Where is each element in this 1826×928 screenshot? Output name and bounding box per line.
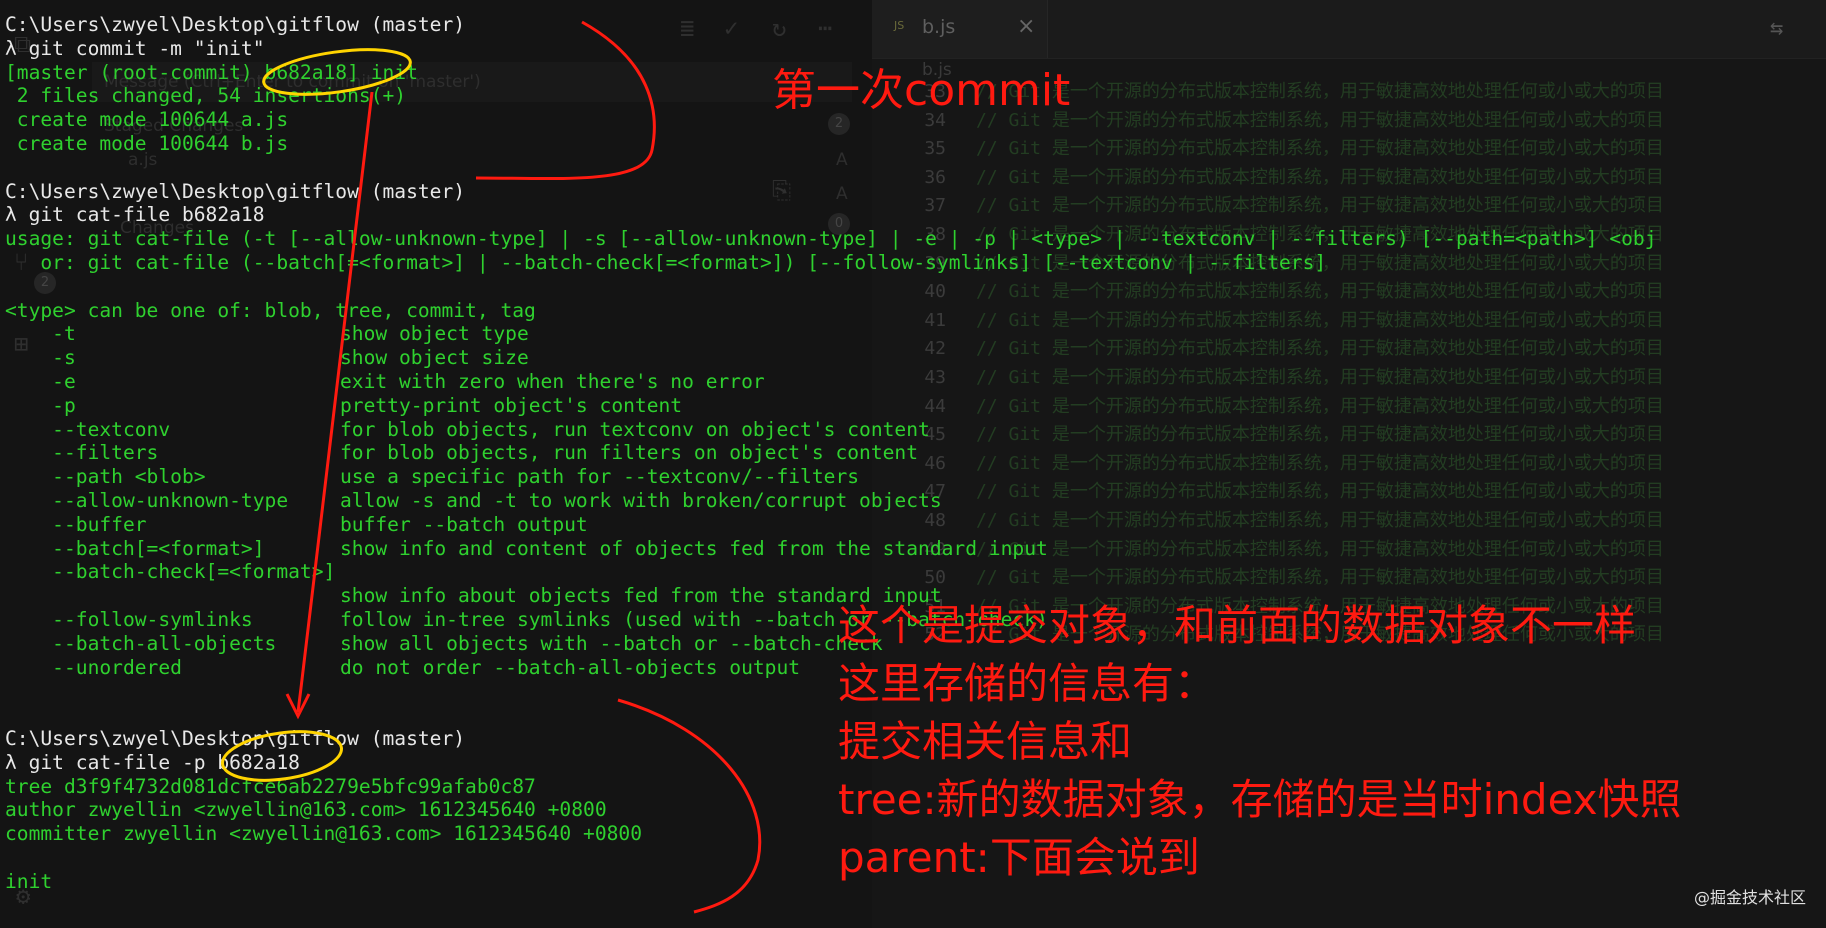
- terminal-text: --buffer: [5, 512, 147, 536]
- terminal-output-line: --buffer buffer --batch output: [5, 512, 588, 537]
- option-description: buffer --batch output: [340, 512, 588, 536]
- terminal-text: C:\Users\zwyel\Desktop\gitflow: [5, 179, 371, 203]
- terminal-prompt-line: λ git cat-file -p b682a18: [5, 751, 300, 775]
- terminal-output-line: --unordered do not order --batch-all-obje…: [5, 655, 800, 680]
- terminal-output-line: -t show object type: [5, 322, 529, 346]
- terminal-text: --batch[=<format>]: [5, 536, 265, 560]
- option-description: follow in-tree symlinks (used with --bat…: [340, 608, 1048, 631]
- terminal-text: C:\Users\zwyel\Desktop\gitflow: [5, 727, 371, 750]
- terminal-output-line: create mode 100644 a.js: [5, 108, 288, 132]
- terminal-output-line: committer zwyellin <zwyellin@163.com> 16…: [5, 822, 642, 846]
- option-description: use a specific path for --textconv/--fil…: [340, 465, 860, 489]
- option-description: show all objects with --batch or --batch…: [340, 631, 883, 655]
- terminal-output-line: init: [5, 870, 52, 894]
- terminal-text: --allow-unknown-type: [5, 489, 289, 512]
- terminal-prompt-line: C:\Users\zwyel\Desktop\gitflow (master): [5, 13, 465, 37]
- option-description: exit with zero when there's no error: [340, 370, 765, 393]
- terminal-output-line: -e exit with zero when there's no error: [5, 370, 765, 394]
- branch-indicator: (master): [370, 727, 466, 750]
- terminal-output-line: --textconv for blob objects, run textconv…: [5, 417, 930, 442]
- terminal-text: or: git cat-file (--batch[=<format>] | -…: [5, 251, 1327, 274]
- terminal-text: -t: [5, 322, 76, 346]
- terminal-output-line: --batch-all-objects show all objects with…: [5, 631, 882, 656]
- terminal-text: create mode 100644 b.js: [5, 132, 289, 155]
- terminal-output-line: --path <blob> use a specific path for --t…: [5, 465, 859, 489]
- branch-indicator: (master): [370, 13, 466, 36]
- terminal-text: λ git cat-file b682a18: [5, 203, 265, 227]
- terminal-text: --unordered: [5, 655, 182, 679]
- terminal-output-line: <type> can be one of: blob, tree, commit…: [5, 299, 536, 323]
- terminal-output-line: --follow-symlinks follow in-tree symlinks…: [5, 608, 1048, 632]
- option-description: for blob objects, run textconv on object…: [340, 417, 930, 441]
- terminal-text: --path <blob>: [5, 465, 206, 489]
- terminal-prompt-line: λ git commit -m "init": [5, 37, 265, 61]
- terminal-text: usage: git cat-file (-t [--allow-unknown…: [5, 227, 1657, 251]
- terminal-prompt-line: C:\Users\zwyel\Desktop\gitflow (master): [5, 180, 465, 204]
- terminal-prompt-line: λ git cat-file b682a18: [5, 203, 265, 227]
- terminal-output-line: create mode 100644 b.js: [5, 132, 288, 156]
- option-description: show info about objects fed from the sta…: [340, 584, 942, 608]
- terminal-output-line: or: git cat-file (--batch[=<format>] | -…: [5, 251, 1326, 275]
- terminal-text: --follow-symlinks: [5, 608, 253, 631]
- option-description: for blob objects, run filters on object'…: [340, 441, 919, 465]
- terminal-text: [master (root-commit) b682a18] init: [5, 60, 418, 84]
- terminal-text: tree d3f9f4732d081dcfce6ab2279e5bfc99afa…: [5, 774, 536, 798]
- option-description: show info and content of objects fed fro…: [340, 536, 1048, 560]
- terminal-text: 2 files changed, 54 insertions(+): [5, 84, 407, 108]
- option-description: show object type: [340, 322, 529, 346]
- branch-indicator: (master): [370, 179, 466, 203]
- terminal-output-line: -p pretty-print object's content: [5, 393, 682, 418]
- option-description: pretty-print object's content: [340, 393, 683, 417]
- terminal-text: init: [5, 869, 53, 893]
- terminal-text: <type> can be one of: blob, tree, commit…: [5, 298, 536, 322]
- terminal-text: λ git commit -m "init": [5, 36, 265, 60]
- terminal-output-line: --filters for blob objects, run filters o…: [5, 441, 918, 465]
- terminal-text: create mode 100644 a.js: [5, 108, 289, 132]
- terminal-text: author zwyellin <zwyellin@163.com> 16123…: [5, 798, 607, 822]
- terminal-output-line: usage: git cat-file (-t [--allow-unknown…: [5, 227, 1657, 251]
- terminal-output-line: --batch[=<format>] show info and content …: [5, 536, 1048, 561]
- terminal-text: --batch-all-objects: [5, 631, 277, 655]
- terminal-text: λ git cat-file -p b682a18: [5, 750, 300, 774]
- terminal-text: -p: [5, 393, 76, 417]
- terminal-text: -s: [5, 346, 76, 370]
- terminal-output-line: author zwyellin <zwyellin@163.com> 16123…: [5, 798, 607, 822]
- terminal-text: --textconv: [5, 417, 171, 441]
- terminal-text: C:\Users\zwyel\Desktop\gitflow: [5, 13, 371, 36]
- terminal-output-line: --batch-check[=<format>]: [5, 560, 335, 584]
- option-description: show object size: [340, 346, 529, 370]
- screenshot-canvas: ⧉ ⑂ 2 ⊞ ⚙ Message (Ctrl+Enter to commit …: [0, 0, 1826, 928]
- terminal-output-line: 2 files changed, 54 insertions(+): [5, 84, 406, 108]
- terminal-text: committer zwyellin <zwyellin@163.com> 16…: [5, 822, 643, 846]
- terminal-prompt-line: C:\Users\zwyel\Desktop\gitflow (master): [5, 727, 465, 751]
- terminal-output-line: -s show object size: [5, 346, 529, 370]
- option-description: allow -s and -t to work with broken/corr…: [340, 489, 942, 512]
- terminal-output-line: --allow-unknown-type allow -s and -t to w…: [5, 489, 941, 513]
- terminal-text: --filters: [5, 441, 159, 465]
- terminal-text: --batch-check[=<format>]: [5, 560, 336, 584]
- option-description: do not order --batch-all-objects output: [340, 655, 801, 679]
- terminal-output-line: [master (root-commit) b682a18] init: [5, 61, 418, 85]
- terminal-output: C:\Users\zwyel\Desktop\gitflow (master) λ…: [0, 0, 1826, 928]
- terminal-output-line: tree d3f9f4732d081dcfce6ab2279e5bfc99afa…: [5, 775, 536, 799]
- terminal-text: -e: [5, 370, 76, 393]
